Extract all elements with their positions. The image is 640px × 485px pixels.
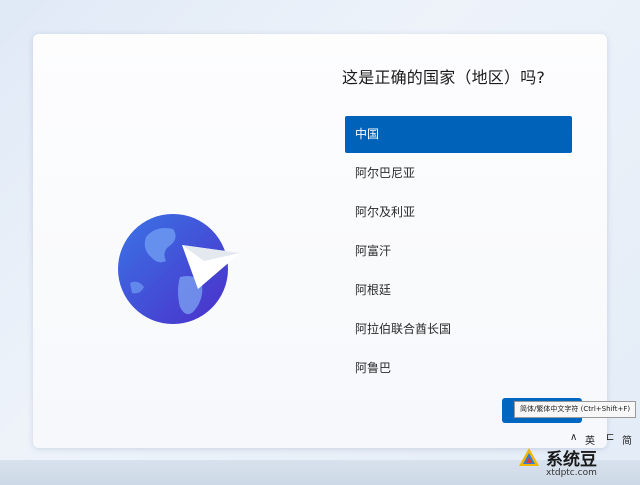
globe-paper-plane-icon bbox=[118, 214, 240, 324]
page-title: 这是正确的国家（地区）吗? bbox=[342, 68, 546, 87]
ime-tooltip: 简体/繁体中文字符 (Ctrl+Shift+F) bbox=[514, 401, 637, 418]
xtdptc-logo-icon bbox=[519, 448, 539, 466]
watermark-name: 系统豆 bbox=[546, 450, 597, 470]
region-item-china[interactable]: 中国 bbox=[345, 116, 572, 153]
bottom-bar bbox=[0, 460, 640, 485]
tray-chevron-icon[interactable]: ∧ bbox=[570, 432, 577, 443]
region-item-aruba[interactable]: 阿鲁巴 bbox=[345, 350, 572, 387]
tray-ime-script[interactable]: 简 bbox=[622, 432, 632, 447]
watermark-url: xtdptc.com bbox=[546, 468, 597, 478]
region-item-uae[interactable]: 阿拉伯联合酋长国 bbox=[345, 311, 572, 348]
region-list[interactable]: 中国 阿尔巴尼亚 阿尔及利亚 阿富汗 阿根廷 阿拉伯联合酋长国 阿鲁巴 bbox=[345, 116, 572, 389]
region-item-algeria[interactable]: 阿尔及利亚 bbox=[345, 194, 572, 231]
region-item-argentina[interactable]: 阿根廷 bbox=[345, 272, 572, 309]
tray-ime-icon[interactable]: ⊏ bbox=[606, 432, 614, 443]
oobe-card: 这是正确的国家（地区）吗? 中国 阿尔巴尼亚 阿尔及利亚 阿富汗 阿根廷 阿拉伯… bbox=[33, 34, 607, 448]
region-item-afghanistan[interactable]: 阿富汗 bbox=[345, 233, 572, 270]
region-item-albania[interactable]: 阿尔巴尼亚 bbox=[345, 155, 572, 192]
